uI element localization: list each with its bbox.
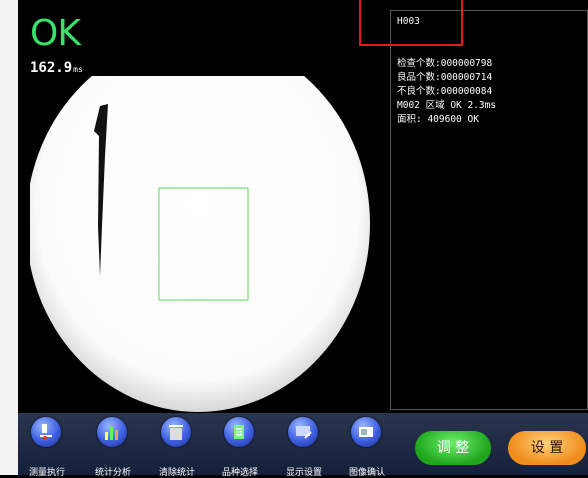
measure-run-button[interactable]: 测量执行 xyxy=(17,417,77,478)
display-settings-icon xyxy=(288,417,318,447)
clear-statistics-label: 清除统计 xyxy=(158,468,195,478)
processing-time: 162.9ms xyxy=(30,57,83,76)
processing-time-unit: ms xyxy=(73,65,83,74)
image-confirm-icon xyxy=(351,417,381,447)
info-line-area: 面积: 409600 OK xyxy=(397,114,479,125)
trash-icon xyxy=(161,417,191,447)
measure-run-label: 测量执行 xyxy=(28,468,65,478)
info-line-good: 良品个数:000000714 xyxy=(397,72,493,83)
statistics-analysis-button[interactable]: 统计分析 xyxy=(83,417,143,478)
highlight-box xyxy=(359,0,463,46)
camera-image xyxy=(30,76,375,413)
image-confirm-label: 图像确认 xyxy=(348,468,385,478)
camera-image-view[interactable] xyxy=(30,76,375,413)
product-select-label: 品种选择 xyxy=(221,468,258,478)
processing-time-value: 162.9 xyxy=(30,60,73,76)
clear-statistics-button[interactable]: 清除统计 xyxy=(147,417,207,478)
display-settings-button[interactable]: 显示设置 xyxy=(274,417,334,478)
adjust-button[interactable]: 调 整 xyxy=(415,431,491,465)
info-panel: H003 检查个数:000000798 良品个数:000000714 不良个数:… xyxy=(390,10,588,410)
statistics-analysis-label: 统计分析 xyxy=(94,468,131,478)
product-select-button[interactable]: 品种选择 xyxy=(210,417,270,478)
info-line-region: M002 区域 OK 2.3ms xyxy=(397,100,497,111)
microscope-icon xyxy=(31,417,61,447)
image-confirm-button[interactable]: 图像确认 xyxy=(337,417,397,478)
settings-button[interactable]: 设 置 xyxy=(508,431,586,465)
result-status: OK xyxy=(30,13,81,54)
info-line-total: 检查个数:000000798 xyxy=(397,58,493,69)
product-select-icon xyxy=(224,417,254,447)
info-line-ng: 不良个数:000000084 xyxy=(397,86,493,97)
display-settings-label: 显示设置 xyxy=(285,468,322,478)
left-edge-strip xyxy=(0,0,18,475)
chart-icon xyxy=(97,417,127,447)
